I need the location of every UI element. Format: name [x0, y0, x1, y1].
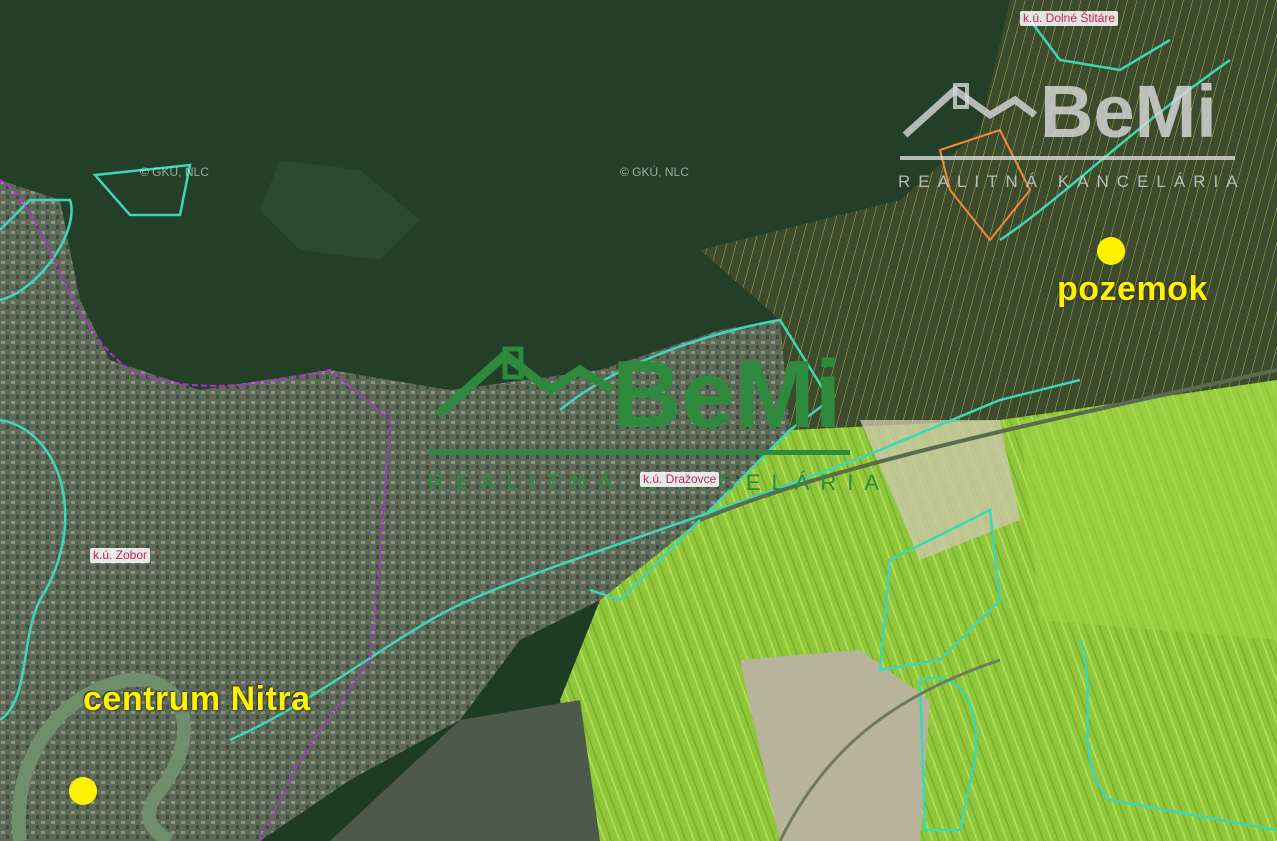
map-copyright: © GKÚ, NLC	[620, 165, 689, 179]
watermark-subtitle: REALITNÁ KANCELÁRIA	[898, 172, 1246, 191]
map-copyright: © GKÚ, NLC	[140, 165, 209, 179]
watermark-brand: BeMi	[612, 341, 842, 448]
watermark-divider	[900, 156, 1235, 160]
pozemok-label: pozemok	[1057, 270, 1208, 308]
house-logo-icon	[902, 83, 1038, 138]
centrum-nitra-label: centrum Nitra	[83, 680, 311, 718]
centrum-marker-icon[interactable]	[69, 777, 97, 805]
house-logo-icon	[434, 346, 615, 419]
pozemok-marker-icon[interactable]	[1097, 237, 1125, 265]
cadastral-label-drazovce: k.ú. Dražovce	[640, 472, 720, 487]
cadastral-label-dolne-stitare: k.ú. Dolné Štitáre	[1020, 11, 1119, 26]
watermark-divider	[430, 450, 850, 455]
cadastral-label-zobor: k.ú. Zobor	[90, 548, 151, 563]
watermark-brand: BeMi	[1040, 70, 1217, 153]
cadastral-map[interactable]: BeMi REALITNÁ KANCELÁRIA BeMi REALITNÁ K…	[0, 0, 1277, 841]
